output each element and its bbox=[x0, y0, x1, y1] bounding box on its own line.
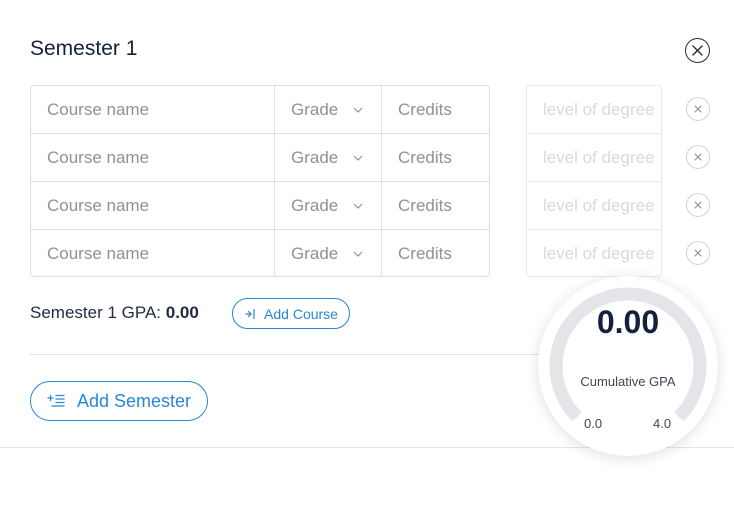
course-name-input[interactable]: Course name bbox=[31, 182, 275, 229]
grade-select[interactable]: Grade bbox=[275, 86, 382, 133]
cumulative-gpa-gauge: 0.00 Cumulative GPA 0.0 4.0 bbox=[538, 276, 718, 456]
grade-select[interactable]: Grade bbox=[275, 134, 382, 181]
add-course-label: Add Course bbox=[264, 305, 338, 322]
grade-select-label: Grade bbox=[291, 147, 339, 167]
chevron-down-icon bbox=[353, 203, 363, 209]
course-row: Course name Grade Credits bbox=[31, 182, 489, 230]
course-name-input[interactable]: Course name bbox=[31, 230, 275, 276]
degree-level-input[interactable]: level of degree bbox=[527, 86, 661, 134]
add-row-icon bbox=[245, 308, 255, 319]
course-name-input[interactable]: Course name bbox=[31, 86, 275, 133]
add-semester-label: Add Semester bbox=[76, 390, 192, 411]
credits-input[interactable]: Credits bbox=[382, 182, 489, 229]
course-row: Course name Grade Credits bbox=[31, 230, 489, 276]
grade-select[interactable]: Grade bbox=[275, 182, 382, 229]
semester-gpa-value: 0.00 bbox=[165, 303, 199, 322]
credits-input[interactable]: Credits bbox=[382, 134, 489, 181]
credits-input[interactable]: Credits bbox=[382, 86, 489, 133]
degree-level-input[interactable]: level of degree bbox=[527, 230, 661, 276]
chevron-down-icon bbox=[353, 107, 363, 113]
close-icon bbox=[692, 45, 703, 56]
close-icon bbox=[694, 153, 702, 161]
close-icon bbox=[694, 105, 702, 113]
close-semester-button[interactable] bbox=[685, 38, 710, 63]
course-table: Course name Grade Credits Course name Gr… bbox=[30, 85, 490, 277]
course-row: Course name Grade Credits bbox=[31, 86, 489, 134]
divider bbox=[30, 354, 570, 355]
remove-course-button[interactable] bbox=[686, 193, 710, 217]
chevron-down-icon bbox=[353, 155, 363, 161]
course-name-input[interactable]: Course name bbox=[31, 134, 275, 181]
add-semester-button[interactable]: Add Semester bbox=[30, 381, 208, 421]
add-list-icon bbox=[47, 394, 65, 407]
cumulative-gpa-value: 0.00 bbox=[596, 304, 660, 340]
degree-level-column: level of degree level of degree level of… bbox=[526, 85, 662, 277]
degree-level-input[interactable]: level of degree bbox=[527, 182, 661, 230]
grade-select-label: Grade bbox=[291, 244, 339, 263]
remove-course-button[interactable] bbox=[686, 145, 710, 169]
close-icon bbox=[694, 201, 702, 209]
grade-select-label: Grade bbox=[291, 195, 339, 215]
gauge-max-label: 4.0 bbox=[653, 416, 672, 431]
cumulative-gpa-label: Cumulative GPA bbox=[580, 374, 676, 389]
semester-title: Semester 1 bbox=[30, 37, 138, 60]
grade-select-label: Grade bbox=[291, 99, 339, 119]
remove-course-button[interactable] bbox=[686, 241, 710, 265]
grade-select[interactable]: Grade bbox=[275, 230, 382, 276]
chevron-down-icon bbox=[353, 251, 363, 257]
remove-course-button[interactable] bbox=[686, 97, 710, 121]
semester-gpa-label: Semester 1 GPA: bbox=[30, 303, 162, 322]
semester-gpa: Semester 1 GPA: 0.00 bbox=[30, 303, 199, 323]
credits-input[interactable]: Credits bbox=[382, 230, 489, 276]
degree-level-input[interactable]: level of degree bbox=[527, 134, 661, 182]
gauge-min-label: 0.0 bbox=[584, 416, 603, 431]
gauge-svg bbox=[549, 287, 707, 422]
close-icon bbox=[694, 249, 702, 257]
course-row: Course name Grade Credits bbox=[31, 134, 489, 182]
add-course-button[interactable]: Add Course bbox=[232, 298, 350, 329]
